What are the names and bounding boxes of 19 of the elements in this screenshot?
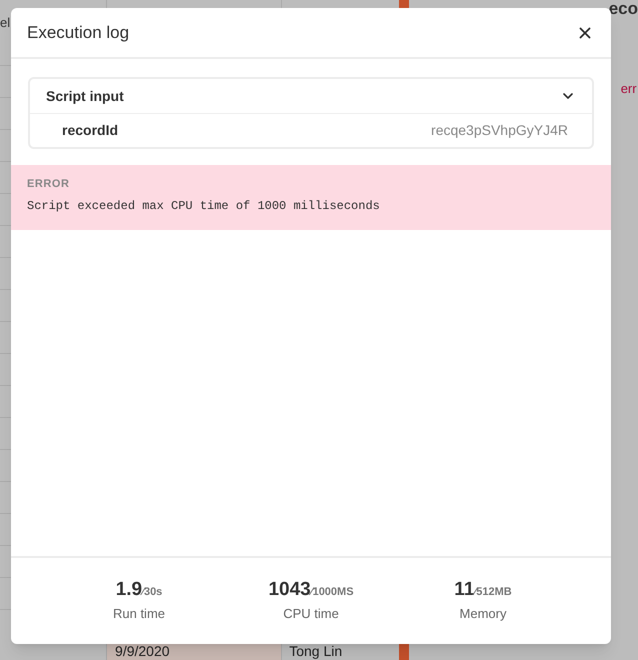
stat-label: CPU time [283, 605, 339, 623]
stat-value: 1043 [268, 580, 311, 599]
stat-label: Run time [112, 605, 166, 623]
script-input-header[interactable]: Script input [30, 79, 592, 113]
input-value: recqe3pSVhpGyYJ4R [431, 121, 568, 140]
table-cell-text: Tong Lin [288, 642, 344, 660]
error-label: ERROR [27, 179, 70, 190]
panel-title: eco [608, 0, 638, 17]
error-message: Script exceeded max CPU time of 1000 milliseconds [27, 200, 381, 212]
dialog-title: Execution log [27, 22, 130, 44]
stat-limit: ⁄1000MS [310, 587, 354, 598]
table-cell: el [0, 16, 10, 29]
input-key: recordId [62, 120, 118, 141]
stat-label: Memory [460, 605, 506, 623]
stat-limit: ⁄512MB [474, 587, 512, 598]
error-text: err [620, 80, 637, 98]
stat-value: 1.9 [116, 580, 142, 599]
stat-limit: ⁄30s [142, 587, 162, 598]
stat-value: 11 [454, 580, 474, 599]
